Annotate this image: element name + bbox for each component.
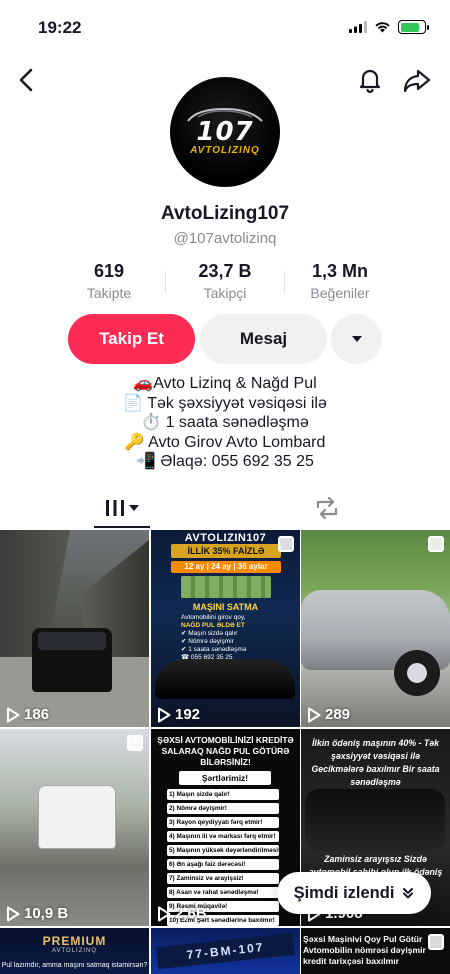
thumb-headline: MAŞINI SATMA bbox=[192, 602, 259, 612]
username: AvtoLizing107 bbox=[160, 203, 290, 224]
video-thumbnail[interactable]: 186 bbox=[0, 530, 149, 727]
thumb-line: ✔ Maşın sizdə qalır bbox=[181, 630, 238, 637]
thumb-list-item: 3) Rayon qeydiyyatı fərq etmir! bbox=[167, 817, 279, 828]
view-count: 2,6B bbox=[157, 905, 207, 922]
bell-icon[interactable] bbox=[356, 66, 384, 94]
carousel-icon bbox=[127, 735, 143, 751]
bio-line: 📄 Tək şəxsiyyət vəsiqəsi ilə bbox=[123, 394, 327, 412]
bio-line[interactable]: 📲 Əlaqə: 055 692 35 25 bbox=[0, 452, 450, 472]
view-count-value: 2,6B bbox=[175, 905, 207, 922]
stat-following-label: Takipte bbox=[86, 285, 132, 301]
bio-line: 🔑 Avto Girov Avto Lombard bbox=[124, 433, 326, 451]
profile-stats: 619 Takipte 23,7 B Takipçi 1,3 Mn Beğeni… bbox=[0, 261, 450, 305]
caret-down-icon bbox=[129, 505, 139, 511]
grid-icon bbox=[106, 500, 124, 516]
thumb-list-item: 6) Ən aşağı faiz dərəcəsi! bbox=[167, 859, 279, 870]
view-count-value: 289 bbox=[325, 706, 351, 723]
stat-followers[interactable]: 23,7 B Takipçi bbox=[170, 261, 280, 301]
thumb-line: NAĞD PUL ƏLDƏ ET bbox=[181, 622, 245, 629]
view-count-value: 192 bbox=[175, 706, 201, 723]
stat-likes-label: Beğeniler bbox=[310, 285, 370, 301]
content-tabs bbox=[0, 488, 450, 530]
tab-active-indicator bbox=[94, 526, 150, 528]
thumb-line: ✔ Nömrə dəyişmir bbox=[181, 638, 234, 645]
thumb-subtitle: AVTOLIZINQ bbox=[51, 948, 98, 954]
car-logo-icon bbox=[187, 107, 263, 122]
view-count: 289 bbox=[307, 706, 350, 723]
stat-likes: 1,3 Mn Beğeniler bbox=[285, 261, 395, 301]
thumb-top-text: İlkin ödəniş maşının 40% - Tək şəxsiyyət… bbox=[311, 738, 440, 787]
video-thumbnail[interactable]: PREMIUM AVTOLIZINQ Pul lazımdır, amma ma… bbox=[0, 928, 149, 974]
tab-videos[interactable] bbox=[94, 488, 150, 528]
just-watched-label: Şimdi izlendi bbox=[293, 883, 395, 902]
license-plate: 77-BM-107 bbox=[156, 932, 295, 970]
view-count-value: 10,9 B bbox=[24, 905, 69, 922]
video-thumbnail[interactable]: AVTOLIZIN107 İLLİK 35% FAİZLƏ 12 ay | 24… bbox=[151, 530, 300, 727]
stat-divider bbox=[165, 271, 166, 293]
carousel-icon bbox=[428, 536, 444, 552]
play-icon bbox=[7, 906, 20, 921]
play-icon bbox=[7, 707, 20, 722]
message-button[interactable]: Mesaj bbox=[200, 314, 327, 364]
car-image bbox=[305, 789, 445, 851]
view-count-value: 186 bbox=[24, 706, 50, 723]
video-thumbnail[interactable]: Şəxsi Maşinivi Qoy Pul Götür Avtomobilin… bbox=[301, 928, 450, 974]
thumb-list-item: 7) Zaminsiz və arayişsiz! bbox=[167, 873, 279, 884]
thumb-list-item: 2) Nömrə dəyişmir! bbox=[167, 803, 279, 814]
status-icons bbox=[349, 20, 429, 34]
thumb-lines: Avtomobilini girov qoy, NAĞD PUL ƏLDƏ ET… bbox=[181, 614, 291, 662]
carousel-icon bbox=[428, 934, 444, 950]
view-count: 10,9 B bbox=[6, 905, 68, 922]
bio-line: 🚗Avto Lizinq & Nağd Pul bbox=[133, 375, 317, 392]
handle: @107avtolizinq bbox=[173, 230, 277, 247]
back-icon[interactable] bbox=[14, 66, 40, 94]
thumb-terms: 12 ay | 24 ay | 36 aylar bbox=[171, 561, 281, 573]
stat-followers-label: Takipçi bbox=[203, 285, 247, 301]
thumb-list-item: 4) Maşının ili və markası fərq etmir! bbox=[167, 831, 279, 842]
status-time: 19:22 bbox=[38, 18, 82, 37]
stat-following-value: 619 bbox=[93, 261, 125, 281]
car-image bbox=[38, 785, 116, 849]
carousel-icon bbox=[278, 536, 294, 552]
view-count: 186 bbox=[6, 706, 49, 723]
thumb-list-item: 8) Asan və rahat sənədləşmə! bbox=[167, 887, 279, 898]
thumb-list-item: 5) Maşının yüksək dəyərləndirilməsi! bbox=[167, 845, 279, 856]
repost-icon[interactable] bbox=[312, 494, 342, 522]
stat-likes-value: 1,3 Mn bbox=[311, 261, 368, 281]
status-bar: 19:22 bbox=[0, 0, 450, 56]
stat-following[interactable]: 619 Takipte bbox=[54, 261, 164, 301]
thumb-banner: AVTOLIZIN107 bbox=[184, 532, 267, 544]
follow-button[interactable]: Takip Et bbox=[68, 314, 195, 364]
double-chevron-down-icon bbox=[403, 888, 414, 899]
thumb-title: PREMIUM bbox=[42, 934, 107, 948]
wifi-icon bbox=[375, 22, 390, 33]
avatar[interactable]: 107 AVTOLIZINQ bbox=[170, 77, 280, 187]
video-thumbnail[interactable]: 289 bbox=[301, 530, 450, 727]
thumb-list-item: 1) Maşın sizdə qalır! bbox=[167, 789, 279, 800]
play-icon bbox=[158, 707, 171, 722]
bio-line: ⏱️ 1 saata sənədləşmə bbox=[141, 414, 309, 432]
thumb-conditions: Şərtlərimiz! bbox=[179, 771, 271, 785]
cash-image bbox=[181, 576, 271, 598]
view-count: 192 bbox=[157, 706, 200, 723]
video-thumbnail[interactable]: 77-BM-107 bbox=[151, 928, 300, 974]
thumb-title: ŞƏXSİ AVTOMOBİLİNİZİ KREDİTƏ SALARAQ NAĞ… bbox=[157, 735, 294, 767]
avatar-brand: AVTOLIZINQ bbox=[190, 144, 260, 156]
thumb-rate: İLLİK 35% FAİZLƏ bbox=[171, 544, 281, 558]
car-image bbox=[155, 659, 295, 699]
caret-down-icon bbox=[351, 336, 362, 342]
more-options-button[interactable] bbox=[331, 314, 382, 364]
cellular-signal-icon bbox=[349, 21, 367, 33]
thumb-question: Pul lazımdır, amma maşını satmaq istəmir… bbox=[1, 962, 148, 969]
play-icon bbox=[308, 707, 321, 722]
just-watched-button[interactable]: Şimdi izlendi bbox=[277, 872, 431, 914]
share-arrow-icon[interactable] bbox=[402, 66, 432, 94]
play-icon bbox=[158, 906, 171, 921]
video-thumbnail[interactable]: 10,9 B bbox=[0, 729, 149, 926]
thumb-line: ✔ 1 saata sənədləşmə bbox=[181, 646, 247, 653]
battery-icon bbox=[398, 20, 429, 34]
stat-followers-value: 23,7 B bbox=[198, 261, 252, 281]
thumb-line: Avtomobilini girov qoy, bbox=[181, 614, 246, 621]
bio: 🚗Avto Lizinq & Nağd Pul 📄 Tək şəxsiyyət … bbox=[0, 374, 450, 472]
